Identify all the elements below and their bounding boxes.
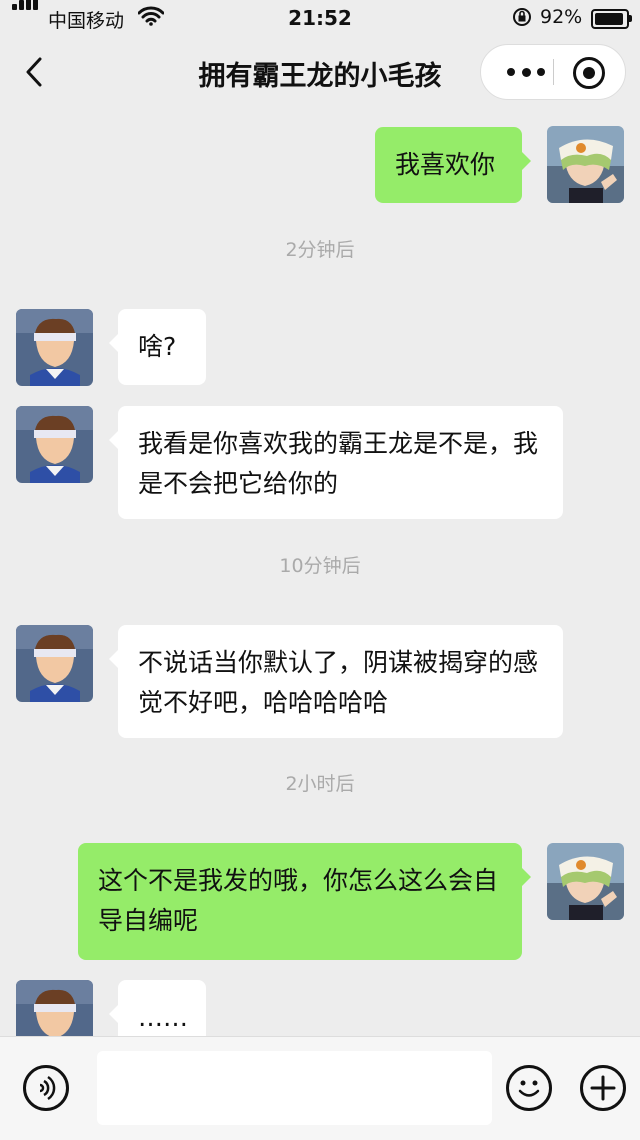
- avatar[interactable]: [16, 980, 93, 1036]
- battery-icon: [591, 9, 629, 29]
- back-icon[interactable]: [22, 56, 46, 88]
- battery-percent: 92%: [540, 6, 583, 28]
- nav-bar: 拥有霸王龙的小毛孩: [0, 36, 640, 108]
- input-bar: [0, 1036, 640, 1140]
- miniprogram-capsule: [480, 44, 626, 100]
- outgoing-message-bubble[interactable]: 这个不是我发的哦，你怎么这么会自导自编呢: [78, 843, 531, 960]
- avatar[interactable]: [547, 126, 624, 203]
- close-target-icon[interactable]: [573, 57, 605, 89]
- avatar[interactable]: [16, 406, 93, 483]
- incoming-message-bubble[interactable]: 我看是你喜欢我的霸王龙是不是，我是不会把它给你的: [109, 406, 563, 519]
- plus-icon[interactable]: [580, 1065, 626, 1111]
- voice-icon[interactable]: [23, 1065, 69, 1111]
- avatar[interactable]: [16, 625, 93, 702]
- incoming-message-bubble[interactable]: ……: [109, 980, 206, 1036]
- message-text: 啥?: [138, 332, 177, 361]
- message-input[interactable]: [97, 1051, 492, 1125]
- incoming-message-bubble[interactable]: 啥?: [109, 309, 206, 385]
- outgoing-message-bubble[interactable]: 我喜欢你: [375, 127, 531, 203]
- message-text: 我看是你喜欢我的霸王龙是不是，我是不会把它给你的: [138, 429, 539, 498]
- incoming-message-bubble[interactable]: 不说话当你默认了，阴谋被揭穿的感觉不好吧，哈哈哈哈哈: [109, 625, 563, 738]
- battery-tip: [629, 15, 632, 22]
- message-text: 不说话当你默认了，阴谋被揭穿的感觉不好吧，哈哈哈哈哈: [138, 648, 539, 717]
- message-text: 这个不是我发的哦，你怎么这么会自导自编呢: [98, 866, 499, 935]
- timestamp: 10分钟后: [279, 555, 361, 577]
- avatar[interactable]: [16, 309, 93, 386]
- capsule-divider: [553, 59, 554, 85]
- emoji-icon[interactable]: [506, 1065, 552, 1111]
- message-list[interactable]: 我喜欢你 2分钟后 啥? 我看是你喜欢我的霸王龙是不是，我是不会把它给你的 10…: [0, 108, 640, 1036]
- avatar[interactable]: [547, 843, 624, 920]
- timestamp: 2分钟后: [285, 239, 355, 261]
- more-icon[interactable]: [501, 45, 553, 99]
- message-text: ……: [138, 1003, 188, 1032]
- message-text: 我喜欢你: [395, 150, 496, 179]
- timestamp: 2小时后: [285, 773, 355, 795]
- chat-title: 拥有霸王龙的小毛孩: [198, 61, 442, 92]
- orientation-lock-icon: [512, 6, 532, 33]
- status-bar: 中国移动 21:52 92%: [0, 0, 640, 36]
